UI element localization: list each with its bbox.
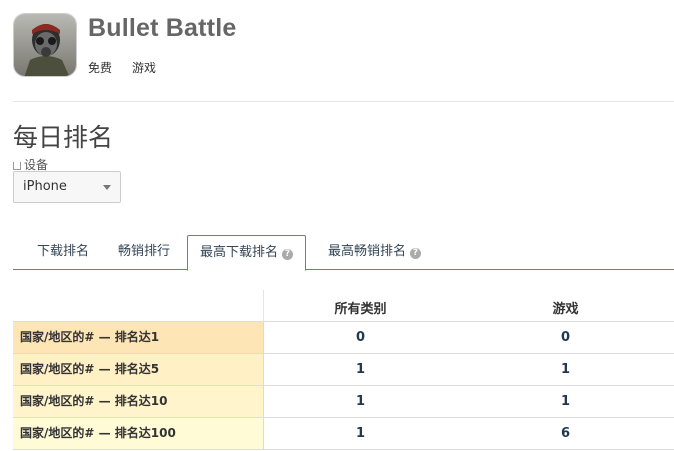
row-label: 国家/地区的# — 排名达5 <box>13 354 264 385</box>
caret-down-icon <box>103 185 111 190</box>
row-value-all: 0 <box>355 330 366 345</box>
tab-label: 最高下载排名 <box>200 245 279 260</box>
section-title: 每日排名 <box>13 123 114 152</box>
question-circle-icon[interactable]: ? <box>282 249 294 260</box>
tab-grossing[interactable]: 畅销排行 <box>106 235 182 270</box>
row-value-all: 1 <box>355 362 366 377</box>
column-header-all: 所有类别 <box>334 302 387 317</box>
row-value-games: 0 <box>560 330 571 345</box>
row-label: 国家/地区的# — 排名达100 <box>13 418 264 449</box>
tab-top-downloads[interactable]: 最高下载排名? <box>187 235 307 271</box>
app-meta: 免费 游戏 <box>88 59 156 76</box>
row-value-all: 1 <box>355 426 366 441</box>
ranking-tabs: 下载排名 畅销排行 最高下载排名? 最高畅销排名? <box>13 235 674 271</box>
table-header: 所有类别 游戏 <box>13 290 674 322</box>
app-title: Bullet Battle <box>88 14 237 42</box>
table-row: 国家/地区的# — 排名达100 1 6 <box>13 418 674 450</box>
table-row: 国家/地区的# — 排名达10 1 1 <box>13 386 674 418</box>
row-label: 国家/地区的# — 排名达1 <box>13 322 264 353</box>
app-icon <box>13 13 77 77</box>
category-link[interactable]: 游戏 <box>132 59 156 76</box>
row-value-games: 1 <box>560 362 571 377</box>
tab-label: 下载排名 <box>37 244 90 259</box>
tab-top-grossing[interactable]: 最高畅销排名? <box>316 235 433 270</box>
row-value-games: 1 <box>560 394 571 409</box>
column-header-games: 游戏 <box>552 302 579 317</box>
table-row: 国家/地区的# — 排名达1 0 0 <box>13 322 674 354</box>
header-divider <box>13 101 674 102</box>
row-value-all: 1 <box>355 394 366 409</box>
question-circle-icon[interactable]: ? <box>410 248 422 259</box>
device-bracket-icon <box>13 161 21 170</box>
device-select-value: iPhone <box>23 179 67 194</box>
row-value-games: 6 <box>560 426 571 441</box>
tab-downloads[interactable]: 下载排名 <box>25 235 101 270</box>
table-row: 国家/地区的# — 排名达5 1 1 <box>13 354 674 386</box>
device-select[interactable]: iPhone <box>13 171 121 203</box>
row-label: 国家/地区的# — 排名达10 <box>13 386 264 417</box>
tab-label: 畅销排行 <box>118 244 171 259</box>
ranking-table: 所有类别 游戏 国家/地区的# — 排名达1 0 0 国家/地区的# — 排名达… <box>13 290 674 450</box>
tab-label: 最高畅销排名 <box>328 244 407 259</box>
price-label[interactable]: 免费 <box>88 59 112 76</box>
